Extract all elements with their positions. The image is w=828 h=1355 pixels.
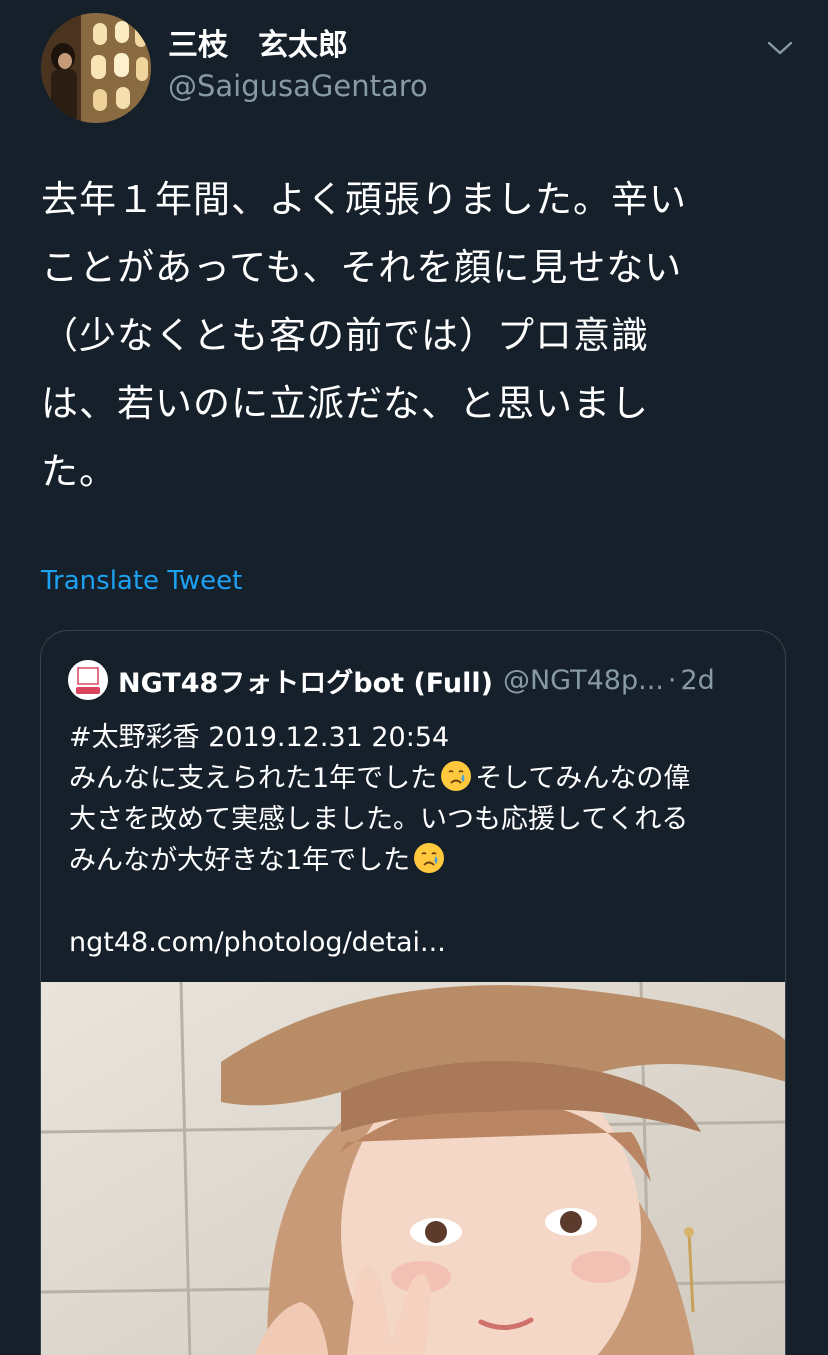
quoted-timestamp[interactable]: 2d xyxy=(680,665,714,696)
tweet-text-line: は、若いのに立派だな、と思いまし xyxy=(41,382,649,425)
quoted-text-segment: みんなに支えられた1年でした xyxy=(69,763,438,794)
quoted-text-segment: みんなが大好きな1年でした xyxy=(69,845,411,876)
quoted-tweet-text: #太野彩香 2019.12.31 20:54 みんなに支えられた1年でした そして… xyxy=(69,717,769,881)
quoted-text-line: #太野彩香 2019.12.31 20:54 xyxy=(69,722,450,753)
quoted-text-line: 大さを改めて実感しました。いつも応援してくれる xyxy=(69,804,689,835)
tweet-detail-page: 三枝 玄太郎 @SaigusaGentaro 去年１年間、よく頑張りました。辛い… xyxy=(0,0,828,1355)
tweet-text-line: ことがあっても、それを顔に見せない xyxy=(41,246,683,289)
author-display-name[interactable]: 三枝 玄太郎 xyxy=(168,26,348,66)
quoted-text-segment: そしてみんなの偉 xyxy=(475,763,691,794)
quoted-text-line: みんなが大好きな1年でした xyxy=(69,840,769,881)
tweet-text-line: 去年１年間、よく頑張りました。辛い xyxy=(41,178,687,221)
crying-face-icon xyxy=(412,841,446,875)
quoted-author-avatar[interactable] xyxy=(68,660,108,700)
chevron-down-icon xyxy=(767,40,793,60)
crying-face-icon xyxy=(439,759,473,793)
quoted-tweet-header: NGT48フォトログbot (Full) @NGT48p... · 2d xyxy=(68,659,755,701)
tweet-text: 去年１年間、よく頑張りました。辛い ことがあっても、それを顔に見せない （少なく… xyxy=(41,166,781,506)
quoted-tweet-link[interactable]: ngt48.com/photolog/detai... xyxy=(69,923,446,963)
author-handle[interactable]: @SaigusaGentaro xyxy=(168,66,428,106)
translate-tweet-link[interactable]: Translate Tweet xyxy=(41,563,242,599)
tweet-text-line: た。 xyxy=(41,450,117,493)
quoted-tweet-photo[interactable] xyxy=(41,982,785,1355)
quoted-author-name[interactable]: NGT48フォトログbot (Full) xyxy=(118,661,493,700)
quoted-tweet-card[interactable]: NGT48フォトログbot (Full) @NGT48p... · 2d #太野… xyxy=(40,630,786,1355)
tweet-text-line: （少なくとも客の前では）プロ意識 xyxy=(41,314,649,357)
quoted-author-handle[interactable]: @NGT48p... xyxy=(503,665,664,696)
more-options-button[interactable] xyxy=(760,32,800,68)
separator-dot: · xyxy=(667,664,677,696)
quoted-text-line: みんなに支えられた1年でした そしてみんなの偉 xyxy=(69,758,769,799)
author-avatar[interactable] xyxy=(41,13,151,123)
